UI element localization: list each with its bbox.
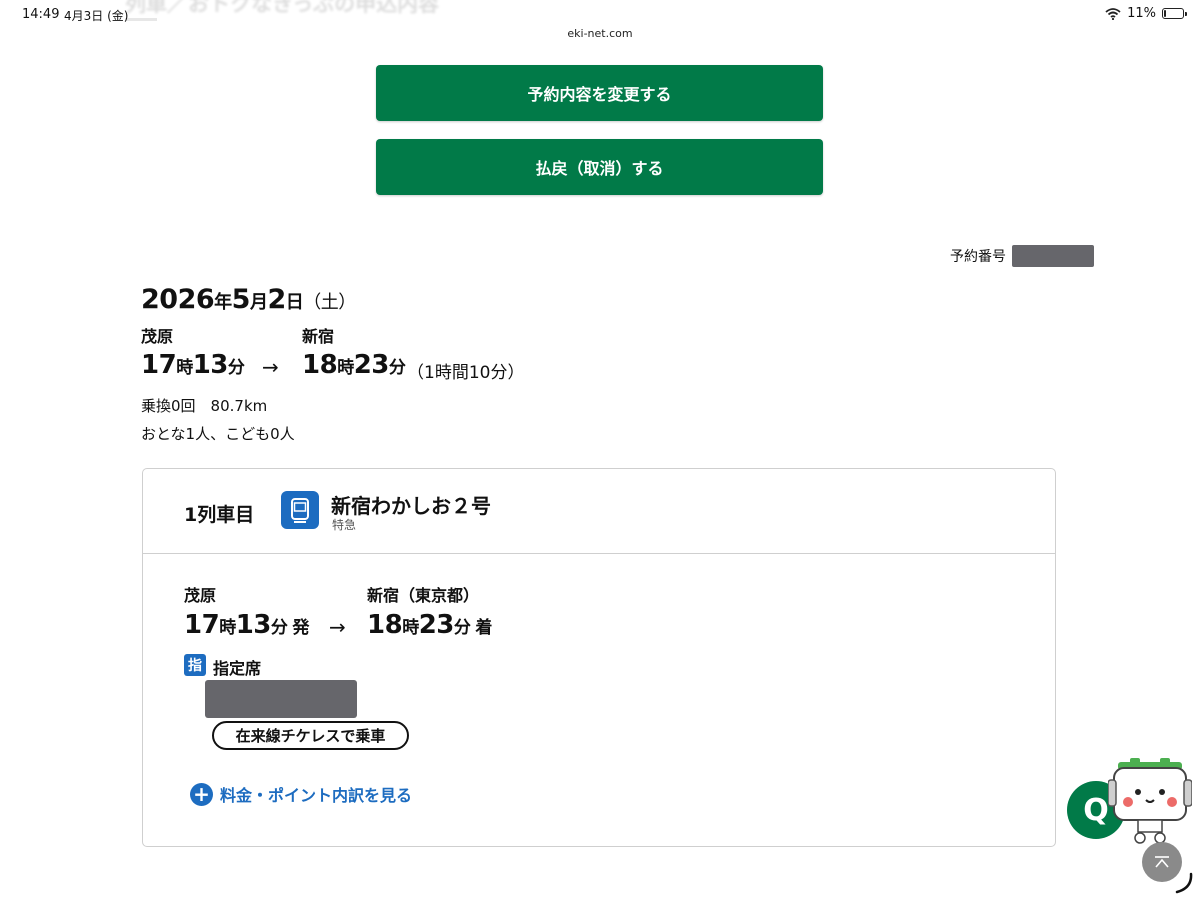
card-depart-minute: 13 [235,610,272,640]
transfer-distance: 乗換0回 80.7km [141,397,268,415]
card-departure-time: 17時13分発 [184,610,309,640]
date-year: 2026 [141,284,215,315]
card-depart-minute-unit: 分 [270,618,288,638]
refund-button[interactable]: 払戻（取消）する [376,139,823,195]
depart-minute: 13 [192,350,229,380]
battery-fill [1164,10,1166,17]
date-month-unit: 月 [249,292,268,313]
departure-time: 17時13分 [141,350,245,380]
trip-date: 2026年5月2日（土） [141,284,356,315]
chevron-up-icon [1155,856,1169,868]
plus-circle-icon: + [190,782,213,806]
depart-minute-unit: 分 [227,358,245,378]
mascot-icon[interactable] [1108,758,1192,844]
card-origin-station: 茂原 [184,586,217,605]
arrive-minute: 23 [353,350,390,380]
origin-station: 茂原 [141,327,174,346]
depart-hour-unit: 時 [176,358,193,378]
trip-duration: （1時間10分） [407,363,525,383]
train-icon [281,491,319,529]
train-name: 新宿わかしお２号 [331,494,491,518]
fare-breakdown-label: 料金・ポイント内訳を見る [220,786,413,805]
arrive-hour: 18 [302,350,338,380]
fare-breakdown-link[interactable]: + 料金・ポイント内訳を見る [190,782,412,806]
destination-station: 新宿 [302,327,335,346]
ticketless-badge: 在来線チケレスで乗車 [212,721,409,750]
url-bar[interactable]: eki-net.com [0,27,1200,40]
wifi-icon [1105,7,1121,20]
reservation-number-label: 予約番号 [950,249,1006,265]
page-header-underline [125,18,157,21]
card-divider [142,553,1056,554]
train-type: 特急 [332,518,357,532]
date-year-unit: 年 [214,292,232,313]
card-depart-suffix: 発 [292,618,309,638]
arrive-hour-unit: 時 [337,358,354,378]
card-depart-hour: 17 [184,610,220,640]
arrive-minute-unit: 分 [388,358,406,378]
date-weekday: （土） [303,292,356,313]
depart-hour: 17 [141,350,177,380]
card-arrive-hour-unit: 時 [402,618,419,638]
battery-percent: 11% [1127,6,1156,21]
card-route-arrow: → [329,615,346,639]
reserved-seat-badge: 指 [184,654,206,676]
route-arrow: → [262,355,279,379]
battery-icon [1162,8,1187,19]
card-arrive-minute-unit: 分 [453,618,471,638]
reservation-number-redacted [1012,245,1094,267]
arrival-time: 18時23分 [302,350,406,380]
card-arrive-minute: 23 [418,610,455,640]
card-arrival-time: 18時23分着 [367,610,492,640]
seat-number-redacted [205,680,357,718]
seat-type-label: 指定席 [213,659,262,678]
train-glyph-icon [291,498,309,523]
status-time: 14:49 [22,7,60,22]
date-day: 2 [267,284,286,315]
change-reservation-button[interactable]: 予約内容を変更する [376,65,823,121]
status-date: 4月3日 (金) [64,9,129,23]
date-day-unit: 日 [285,292,304,313]
card-arrive-suffix: 着 [475,618,492,638]
status-indicators: 11% [1105,6,1187,21]
passenger-count: おとな1人、こども0人 [141,425,295,443]
card-arrive-hour: 18 [367,610,403,640]
scroll-corner-indicator [1175,872,1193,894]
card-destination-station: 新宿（東京都） [367,586,480,605]
card-depart-hour-unit: 時 [219,618,236,638]
page-header-title: 列車／おトクなきっぷの申込内容 [125,0,440,16]
train-index-label: 1列車目 [184,504,255,526]
date-month: 5 [231,284,251,315]
